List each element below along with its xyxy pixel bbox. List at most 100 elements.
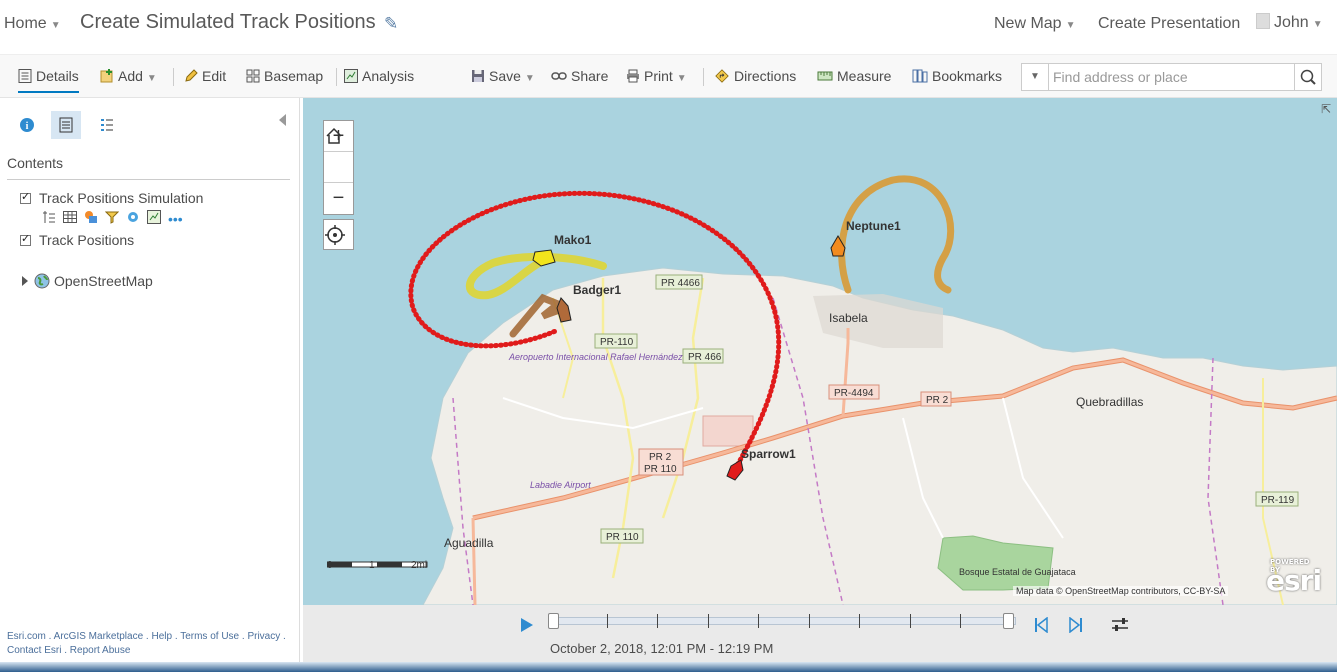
search-button[interactable]: [1294, 64, 1321, 90]
add-icon: [100, 69, 113, 83]
edit-button[interactable]: Edit: [184, 68, 226, 84]
step-back-icon: [1035, 616, 1048, 634]
analysis-label: Analysis: [362, 68, 415, 84]
zoom-out-button[interactable]: −: [324, 183, 353, 214]
top-bar: Home ▼ Create Simulated Track Positions ✎…: [0, 0, 1337, 50]
directions-icon: [715, 69, 729, 83]
measure-icon: [817, 71, 833, 81]
expand-icon[interactable]: ⇱: [1321, 102, 1331, 116]
svg-text:PR-4494: PR-4494: [834, 388, 874, 399]
time-slider-tick: [707, 614, 709, 628]
slider-settings-button[interactable]: [1111, 617, 1129, 638]
road-shield: PR 110: [600, 528, 644, 544]
analysis-tool-icon[interactable]: [126, 210, 140, 224]
add-label: Add: [118, 68, 143, 84]
time-slider-tick: [859, 614, 861, 628]
play-button[interactable]: [521, 618, 533, 632]
expand-arrow-icon[interactable]: [22, 276, 28, 286]
user-menu[interactable]: John ▼: [1256, 13, 1323, 32]
chevron-down-icon: ▼: [676, 73, 687, 84]
search-input[interactable]: [1053, 67, 1293, 87]
layer-item-basemap[interactable]: OpenStreetMap: [22, 273, 153, 289]
add-button[interactable]: Add ▼: [100, 68, 157, 84]
layer-label[interactable]: Track Positions: [39, 232, 134, 248]
toolbar-divider: [703, 68, 704, 86]
footer-line-1[interactable]: Esri.com . ArcGIS Marketplace . Help . T…: [7, 630, 297, 644]
layer-item-track-positions-simulation[interactable]: Track Positions Simulation: [20, 190, 203, 206]
track-neptune1: [838, 175, 955, 294]
home-menu[interactable]: Home ▼: [4, 15, 61, 33]
track-label: Sparrow1: [741, 447, 796, 461]
layer-label[interactable]: Track Positions Simulation: [39, 190, 203, 206]
map-canvas[interactable]: Mako1 Badger1 Neptune1 Sparrow1 Isabela …: [303, 98, 1337, 605]
tab-about[interactable]: i: [12, 111, 42, 139]
time-slider-track[interactable]: [551, 617, 1016, 625]
tab-content[interactable]: [51, 111, 81, 139]
collapse-panel-icon[interactable]: [279, 114, 286, 126]
time-slider-end-handle[interactable]: [1003, 613, 1014, 629]
more-options-icon[interactable]: •••: [168, 212, 186, 228]
print-icon: [627, 69, 639, 83]
map-style-icon[interactable]: [147, 210, 161, 224]
bookmarks-label: Bookmarks: [932, 68, 1003, 84]
previous-button[interactable]: [1033, 616, 1049, 638]
time-slider: October 2, 2018, 12:01 PM - 12:19 PM: [303, 605, 1337, 662]
basemap-label: Basemap: [264, 68, 324, 84]
footer-links: Esri.com . ArcGIS Marketplace . Help . T…: [7, 630, 297, 658]
chevron-down-icon: ▼: [1312, 19, 1323, 30]
table-icon[interactable]: [63, 210, 77, 224]
bookmarks-button[interactable]: Bookmarks: [912, 68, 1002, 84]
tab-legend[interactable]: [92, 111, 122, 139]
track-label: Neptune1: [846, 219, 901, 233]
save-button[interactable]: Save ▼: [471, 68, 535, 84]
basemap-layer-label[interactable]: OpenStreetMap: [54, 273, 153, 289]
search-source-dropdown[interactable]: ▼: [1022, 64, 1049, 90]
track-label: Badger1: [573, 283, 621, 297]
time-slider-tick: [808, 614, 810, 628]
time-slider-tick: [960, 614, 962, 628]
footer-line-2[interactable]: Contact Esri . Report Abuse: [7, 644, 297, 658]
place-label: Aguadilla: [444, 536, 494, 550]
directions-button[interactable]: Directions: [714, 68, 796, 84]
edit-title-icon[interactable]: ✎: [384, 14, 398, 34]
user-name[interactable]: John: [1274, 14, 1309, 31]
measure-button[interactable]: Measure: [817, 68, 891, 84]
time-slider-tick: [657, 614, 659, 628]
layer-item-track-positions[interactable]: Track Positions: [20, 232, 134, 248]
layer-visibility-checkbox[interactable]: [20, 232, 31, 246]
svg-text:PR 4466: PR 4466: [661, 278, 700, 289]
home-label[interactable]: Home: [4, 15, 47, 32]
scale-label: 1: [369, 560, 375, 571]
esri-logo[interactable]: POWERED BY esri: [1266, 558, 1322, 597]
zoom-controls: + −: [323, 120, 354, 215]
create-presentation-link[interactable]: Create Presentation: [1098, 15, 1240, 33]
details-button[interactable]: Details: [18, 68, 79, 93]
next-button[interactable]: [1068, 616, 1084, 638]
window-bottom-edge: [0, 662, 1337, 672]
change-style-icon[interactable]: [84, 210, 98, 224]
home-extent-button[interactable]: [324, 127, 353, 183]
airport-area: [702, 415, 754, 447]
print-button[interactable]: Print ▼: [626, 68, 687, 84]
road-shield: PR-110: [594, 333, 638, 349]
filter-icon[interactable]: [104, 210, 120, 224]
road-shield: PR 2: [920, 391, 952, 407]
legend-toggle-icon[interactable]: [42, 210, 56, 224]
locate-button[interactable]: [323, 219, 354, 250]
map-view[interactable]: Mako1 Badger1 Neptune1 Sparrow1 Isabela …: [303, 98, 1337, 605]
contents-panel: i Contents Track Positions Simulation ••…: [0, 98, 300, 662]
map-title: Create Simulated Track Positions: [80, 11, 376, 33]
legend-icon: [101, 119, 113, 131]
new-map-label[interactable]: New Map: [994, 15, 1062, 32]
toolbar-divider: [173, 68, 174, 86]
share-button[interactable]: Share: [551, 68, 608, 84]
time-slider-start-handle[interactable]: [548, 613, 559, 629]
road-shield: PR-119: [1255, 491, 1299, 507]
chevron-down-icon: ▼: [50, 20, 61, 31]
basemap-button[interactable]: Basemap: [246, 68, 323, 84]
new-map-menu[interactable]: New Map ▼: [994, 15, 1075, 33]
place-label: Isabela: [829, 311, 868, 325]
analysis-button[interactable]: Analysis: [344, 68, 414, 84]
map-attribution: Map data © OpenStreetMap contributors, C…: [1013, 586, 1229, 596]
layer-visibility-checkbox[interactable]: [20, 190, 31, 204]
